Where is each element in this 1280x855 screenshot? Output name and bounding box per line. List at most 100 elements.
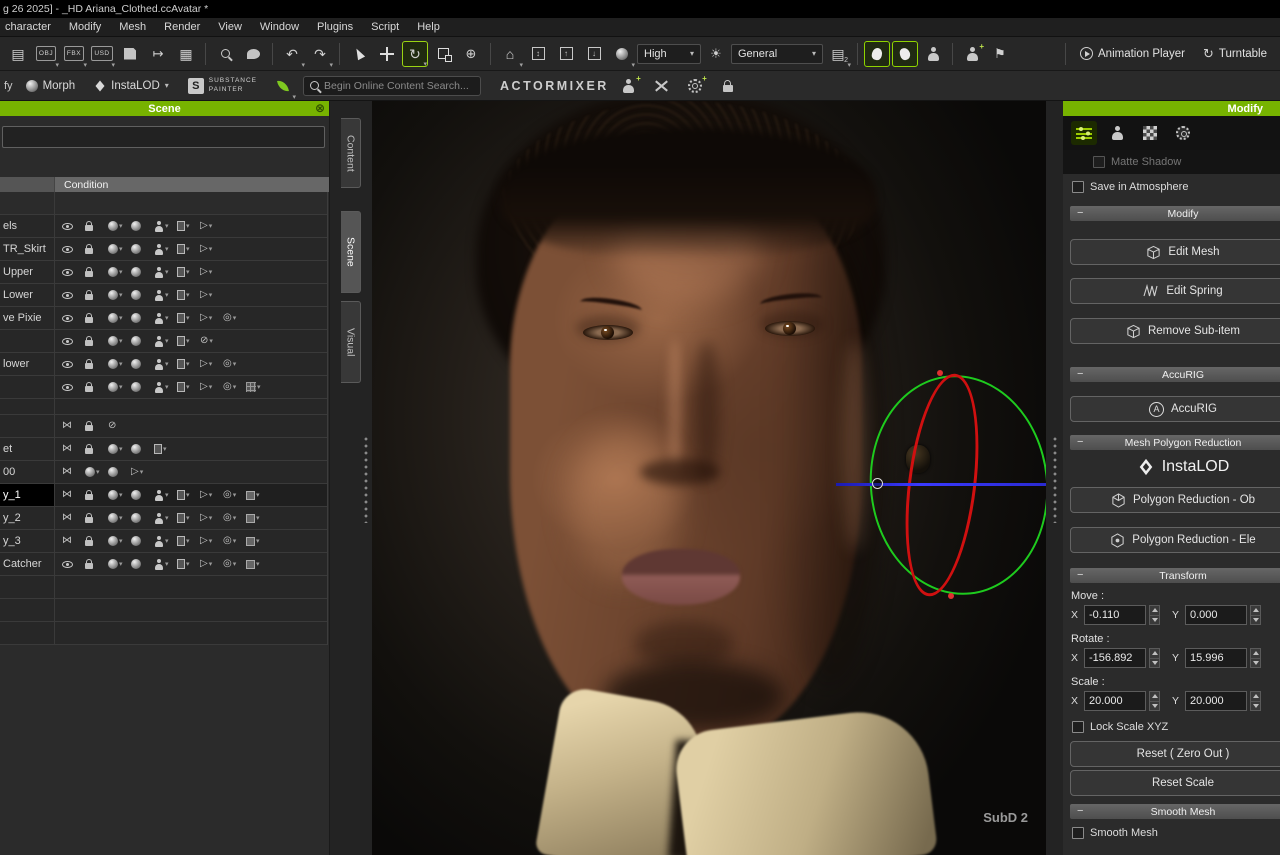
page-icon[interactable]: ▾ [177,244,199,254]
sphere-icon[interactable]: ▾ [108,244,130,254]
person-icon[interactable]: ▾ [154,267,176,278]
bone-icon[interactable]: ⋈ [62,490,84,500]
scene-row[interactable] [0,399,327,415]
sphere-icon[interactable] [131,490,153,500]
quality-dropdown[interactable]: High▾ [637,44,701,64]
pivot-tool-icon[interactable]: ⊕ [458,41,484,67]
sphere-icon[interactable] [108,467,130,477]
instalod-button[interactable]: InstaLOD▾ [88,80,175,92]
flag-icon[interactable]: ⚑ [987,41,1013,67]
sphere-icon[interactable] [131,336,153,346]
lock-scale-checkbox[interactable] [1072,721,1084,733]
lock-icon[interactable] [85,290,107,300]
scene-row[interactable]: ▾▾▾⊘▾ [0,330,327,353]
page-icon[interactable]: ▾ [177,513,199,523]
person-icon[interactable]: ▾ [154,313,176,324]
lock-icon[interactable] [85,267,107,277]
circ-icon[interactable]: ◎▾ [223,382,245,392]
polygon-reduction-object-button[interactable]: Polygon Reduction - Ob [1070,487,1280,513]
export-arrow-icon[interactable]: ↦ [145,41,171,67]
polygon-reduction-element-button[interactable]: Polygon Reduction - Ele [1070,527,1280,553]
scene-row[interactable]: ⋈⊘ [0,415,327,438]
bone-icon[interactable]: ⋈ [62,467,84,477]
scene-row[interactable]: ▾▾▾▷▾◎▾▾ [0,376,327,399]
person-icon[interactable]: ▾ [154,559,176,570]
menu-mesh[interactable]: Mesh [110,21,155,33]
move-x-spinner[interactable] [1149,605,1160,625]
arrow-icon[interactable]: ▷▾ [200,221,222,231]
scene-row[interactable]: Upper▾▾▾▷▾ [0,261,327,284]
sphere-icon[interactable] [131,513,153,523]
arrow-icon[interactable]: ▷▾ [200,490,222,500]
export-fbx-icon[interactable]: FBX▾ [61,41,87,67]
scene-row[interactable] [0,576,327,599]
scale-y-input[interactable] [1185,691,1247,711]
panel-splitter[interactable] [364,437,368,523]
eye-icon[interactable] [62,384,84,391]
lock-icon[interactable] [85,244,107,254]
page-icon[interactable]: ▾ [177,382,199,392]
sphere-icon[interactable]: ▾ [108,221,130,231]
page-icon[interactable]: ▾ [177,313,199,323]
scene-row[interactable]: lower▾▾▾▷▾◎▾ [0,353,327,376]
substance-painter-button[interactable]: S SUBSTANCEPAINTER [182,77,263,94]
actor-tab-icon[interactable] [1104,121,1130,145]
camera-home-icon[interactable]: ⌂▾ [497,41,523,67]
lock-toggle-icon[interactable] [715,73,741,99]
gizmo-blue-axis[interactable] [836,483,1046,486]
scale-tool-icon[interactable] [430,41,456,67]
scene-lod-icon[interactable]: ▤2▾ [825,41,851,67]
page-icon[interactable]: ▾ [177,559,199,569]
person-icon[interactable]: ▾ [154,336,176,347]
sq-icon[interactable]: ▾ [246,537,268,546]
move-x-input[interactable] [1084,605,1146,625]
rotate-tool-icon[interactable]: ↻▾ [402,41,428,67]
scene-row[interactable]: TR_Skirt▾▾▾▷▾ [0,238,327,261]
reset-scale-button[interactable]: Reset Scale [1070,770,1280,796]
scale-x-spinner[interactable] [1149,691,1160,711]
sphere-icon[interactable] [131,267,153,277]
grid-icon[interactable]: ▾ [246,382,268,392]
modify-tab-partial[interactable]: fy [4,80,13,92]
lock-icon[interactable] [85,490,107,500]
eye-icon[interactable] [62,223,84,230]
lock-icon[interactable] [85,313,107,323]
collapse-icon[interactable]: − [1077,435,1083,450]
collapse-icon[interactable]: − [1077,804,1083,819]
lock-icon[interactable] [85,513,107,523]
sphere-icon[interactable]: ▾ [108,382,130,392]
sphere-icon[interactable]: ▾ [108,267,130,277]
collapse-icon[interactable]: − [1077,206,1083,221]
accurig-button[interactable]: A AccuRIG [1070,396,1280,422]
page-icon[interactable]: ▾ [177,290,199,300]
turntable-button[interactable]: ↻Turntable [1195,47,1275,60]
smooth-mesh-checkbox[interactable] [1072,827,1084,839]
sq-icon[interactable]: ▾ [246,491,268,500]
scale-x-input[interactable] [1084,691,1146,711]
fit-top-icon[interactable]: ↑ [553,41,579,67]
animation-player-button[interactable]: Animation Player [1072,47,1193,60]
save-in-atmosphere-checkbox[interactable] [1072,181,1084,193]
section-mesh-polygon-reduction[interactable]: −Mesh Polygon Reduction [1070,435,1280,450]
menu-modify[interactable]: Modify [60,21,110,33]
zoom-icon[interactable] [212,41,238,67]
circ-icon[interactable]: ◎▾ [223,559,245,569]
arrow-icon[interactable]: ▷▾ [200,290,222,300]
sphere-icon[interactable] [131,290,153,300]
remove-subitem-button[interactable]: Remove S​ub-item [1070,318,1280,344]
matte-shadow-checkbox[interactable] [1093,156,1105,168]
sphere-icon[interactable] [131,559,153,569]
eye-icon[interactable] [62,269,84,276]
sq-icon[interactable]: ▾ [246,514,268,523]
arrow-icon[interactable]: ▷▾ [200,313,222,323]
person-icon[interactable]: ▾ [154,359,176,370]
sphere-icon[interactable]: ▾ [108,359,130,369]
eye-icon[interactable] [62,315,84,322]
circ-icon[interactable]: ◎▾ [223,513,245,523]
page-icon[interactable]: ▾ [177,267,199,277]
eye-icon[interactable] [62,561,84,568]
circ-icon[interactable]: ◎▾ [223,359,245,369]
mix-icon[interactable] [649,73,675,99]
lock-icon[interactable] [85,559,107,569]
lock-icon[interactable] [85,444,107,454]
